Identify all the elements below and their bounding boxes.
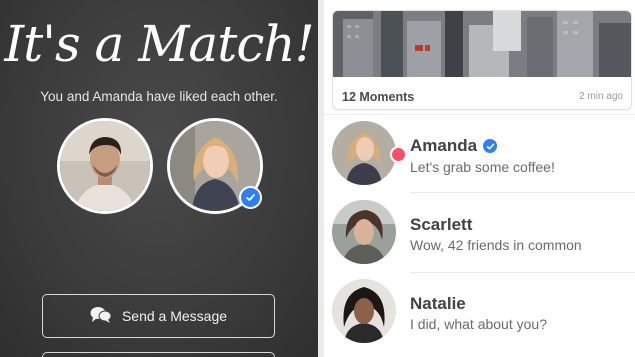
conversation-name: Amanda bbox=[410, 136, 498, 156]
conversation-row-scarlett[interactable]: Scarlett Wow, 42 friends in common bbox=[324, 194, 635, 272]
conversation-preview: Let's grab some coffee! bbox=[410, 159, 555, 175]
verified-icon bbox=[483, 139, 498, 153]
match-title: It's a Match! bbox=[4, 15, 314, 73]
conversation-preview: Wow, 42 friends in common bbox=[410, 237, 582, 253]
conversation-row-natalie[interactable]: Natalie I did, what about you? bbox=[324, 273, 635, 351]
user-avatar bbox=[57, 118, 153, 214]
messages-screen: 12 Moments 2 min ago Amanda Let's grab s… bbox=[324, 0, 635, 357]
unread-indicator bbox=[390, 146, 407, 163]
conversation-row-amanda[interactable]: Amanda Let's grab some coffee! bbox=[324, 114, 635, 192]
conversation-name: Scarlett bbox=[410, 215, 473, 234]
divider bbox=[410, 192, 635, 193]
match-subtitle: You and Amanda have liked each other. bbox=[40, 89, 278, 104]
moments-count: 12 Moments bbox=[342, 90, 415, 104]
natalie-avatar bbox=[332, 279, 396, 343]
moments-timestamp: 2 min ago bbox=[579, 91, 623, 102]
secondary-button[interactable] bbox=[42, 352, 275, 357]
match-screen: It's a Match! You and Amanda have liked … bbox=[0, 0, 318, 357]
chat-bubbles-icon bbox=[90, 306, 112, 327]
moments-cityscape-image bbox=[333, 11, 631, 77]
verified-icon bbox=[239, 186, 262, 209]
send-message-label: Send a Message bbox=[121, 308, 228, 324]
moments-card[interactable]: 12 Moments 2 min ago bbox=[332, 10, 632, 110]
scarlett-avatar bbox=[332, 200, 396, 264]
conversation-name: Natalie bbox=[410, 294, 466, 313]
send-message-button[interactable]: Send a Message bbox=[42, 294, 275, 338]
amanda-avatar bbox=[332, 121, 396, 185]
conversation-preview: I did, what about you? bbox=[410, 316, 547, 332]
